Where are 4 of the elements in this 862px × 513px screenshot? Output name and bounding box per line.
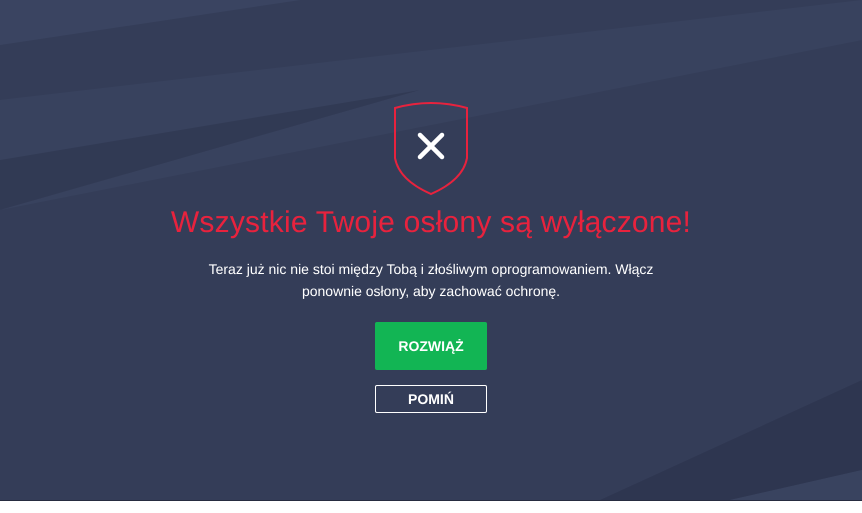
- alert-title: Wszystkie Twoje osłony są wyłączone!: [170, 206, 692, 240]
- shield-x-icon: [393, 100, 469, 196]
- skip-button[interactable]: POMIŃ: [375, 385, 487, 413]
- alert-message: Teraz już nic nie stoi między Tobą i złośliwym oprogramowaniem. Włącz ponownie osłony, aby zachować ochronę.: [208, 260, 654, 301]
